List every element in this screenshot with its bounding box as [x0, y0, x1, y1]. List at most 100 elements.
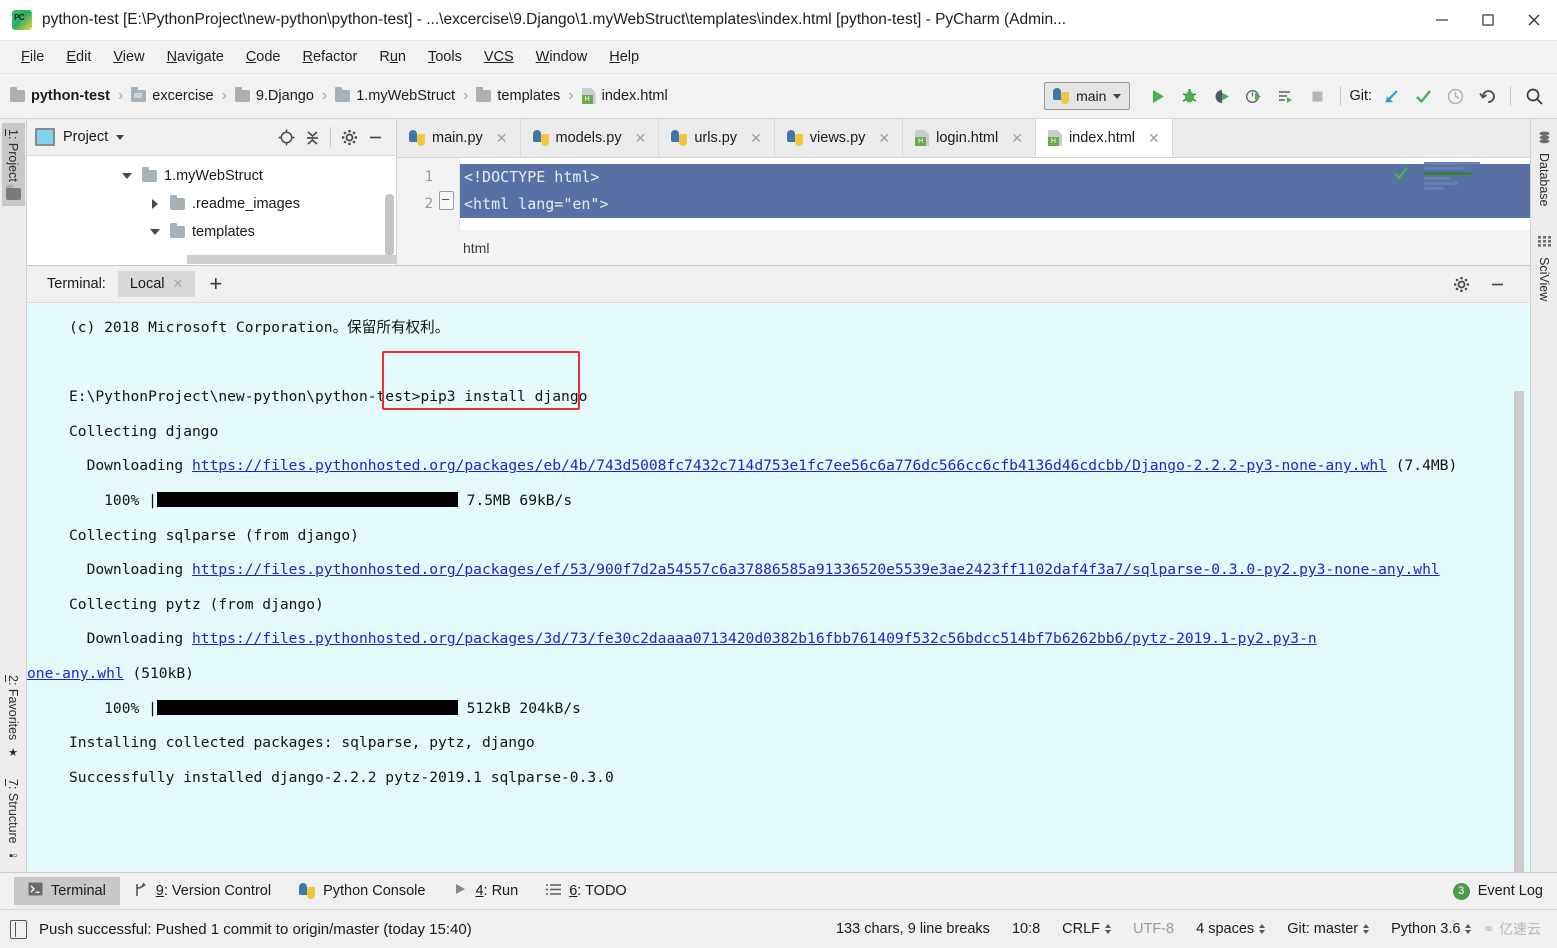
bottom-tab-terminal[interactable]: Terminal — [14, 877, 120, 905]
menu-help[interactable]: Help — [598, 46, 650, 68]
gear-icon[interactable] — [336, 124, 362, 150]
download-url-link[interactable]: https://files.pythonhosted.org/packages/… — [192, 457, 1387, 474]
stripe-button-project[interactable]: 1: Project — [1, 123, 25, 206]
stripe-button-favorites[interactable]: 2: Favorites ★ — [2, 669, 24, 765]
status-bar: Push successful: Pushed 1 commit to orig… — [0, 909, 1557, 948]
bottom-tab-todo[interactable]: 6: TODO — [532, 878, 641, 905]
menu-window[interactable]: Window — [525, 46, 599, 68]
run-toolbar — [1142, 81, 1332, 111]
chevron-right-icon[interactable] — [147, 199, 163, 209]
status-indent[interactable]: 4 spaces — [1185, 921, 1276, 937]
run-configuration-selector[interactable]: main — [1044, 82, 1131, 110]
code-editor[interactable]: 1 2 <!DOCTYPE html> <html lang="en"> — [397, 158, 1530, 230]
tab-main-py[interactable]: main.py ✕ — [397, 119, 521, 157]
run-with-coverage-button[interactable] — [1206, 81, 1236, 111]
menu-view[interactable]: View — [102, 46, 155, 68]
close-icon[interactable]: ✕ — [496, 130, 508, 147]
search-everywhere-button[interactable] — [1519, 81, 1549, 111]
hide-panel-button[interactable] — [362, 124, 388, 150]
tab-models-py[interactable]: models.py ✕ — [520, 119, 660, 157]
menu-file[interactable]: File — [10, 46, 55, 68]
tab-login-html[interactable]: H login.html ✕ — [903, 119, 1036, 157]
close-button[interactable] — [1511, 0, 1557, 40]
bottom-tab-event-log[interactable]: 3 Event Log — [1439, 878, 1557, 905]
folder-icon — [476, 87, 492, 102]
tree-item-templates[interactable]: templates — [27, 218, 396, 246]
menu-tools[interactable]: Tools — [417, 46, 473, 68]
status-line-separator[interactable]: CRLF — [1051, 921, 1122, 937]
chevron-down-icon[interactable] — [116, 134, 125, 140]
terminal-output[interactable]: (c) 2018 Microsoft Corporation。保留所有权利。 E… — [27, 303, 1530, 872]
hide-panel-button[interactable] — [1484, 271, 1510, 297]
stop-button[interactable] — [1302, 81, 1332, 111]
stripe-button-structure[interactable]: 7: Structure ▪▫ — [2, 773, 24, 868]
folder-open-icon — [131, 87, 147, 102]
window-title: python-test [E:\PythonProject\new-python… — [42, 11, 1067, 28]
breadcrumb-item-templates[interactable]: templates — [476, 87, 560, 104]
close-icon[interactable]: ✕ — [878, 130, 890, 147]
bottom-tab-python-console[interactable]: Python Console — [285, 878, 439, 904]
update-project-button[interactable] — [1376, 81, 1406, 111]
chevron-down-icon[interactable] — [119, 173, 135, 179]
code-fold-icon[interactable] — [439, 191, 454, 210]
profile-button[interactable] — [1238, 81, 1268, 111]
menu-run[interactable]: Run — [368, 46, 417, 68]
tab-index-html[interactable]: H index.html ✕ — [1035, 119, 1173, 157]
status-caret-position[interactable]: 10:8 — [1001, 921, 1051, 937]
pycharm-logo-icon — [12, 10, 32, 30]
bottom-tab-run[interactable]: 4: Run — [439, 877, 532, 905]
menu-navigate[interactable]: Navigate — [156, 46, 235, 68]
locate-file-button[interactable] — [273, 124, 299, 150]
run-tests-button[interactable] — [1270, 81, 1300, 111]
breadcrumb-item-mywebstruct[interactable]: 1.myWebStruct — [335, 87, 455, 104]
tree-item-mywebstruct[interactable]: 1.myWebStruct — [27, 162, 396, 190]
top-region: Project 1.myWebStruct .readme_images tem… — [27, 119, 1530, 265]
download-url-link-wrap[interactable]: one-any.whl — [27, 665, 124, 682]
watermark-icon: ⚭ — [1482, 921, 1495, 938]
menu-refactor[interactable]: Refactor — [292, 46, 369, 68]
project-tree-vertical-scrollbar[interactable] — [385, 194, 394, 256]
tab-urls-py[interactable]: urls.py ✕ — [659, 119, 775, 157]
structure-stripe-label: 7: Structure — [6, 779, 20, 844]
close-icon[interactable]: ✕ — [750, 130, 762, 147]
history-button[interactable] — [1440, 81, 1470, 111]
download-url-link[interactable]: https://files.pythonhosted.org/packages/… — [192, 561, 1440, 578]
new-terminal-session-button[interactable]: + — [209, 273, 222, 295]
close-icon[interactable]: ✕ — [173, 276, 184, 292]
breadcrumb-item-index-html[interactable]: H index.html — [581, 88, 668, 104]
book-icon[interactable] — [10, 919, 27, 939]
breadcrumb-item-project[interactable]: python-test — [10, 87, 110, 104]
minimize-button[interactable] — [1419, 0, 1465, 40]
close-icon[interactable]: ✕ — [1011, 130, 1023, 147]
maximize-button[interactable] — [1465, 0, 1511, 40]
run-button[interactable] — [1142, 81, 1172, 111]
status-git-branch[interactable]: Git: master — [1276, 921, 1380, 937]
download-url-link[interactable]: https://files.pythonhosted.org/packages/… — [192, 630, 1317, 647]
close-icon[interactable]: ✕ — [635, 130, 647, 147]
code-lines[interactable]: <!DOCTYPE html> <html lang="en"> — [460, 158, 1530, 230]
status-encoding[interactable]: UTF-8 — [1122, 921, 1185, 937]
tree-item-readme-images[interactable]: .readme_images — [27, 190, 396, 218]
terminal-scrollbar[interactable] — [1514, 391, 1524, 872]
tab-views-py[interactable]: views.py ✕ — [774, 119, 904, 157]
stripe-button-sciview[interactable]: SciView — [1533, 229, 1555, 307]
breadcrumb-item-excercise[interactable]: excercise — [131, 87, 214, 104]
stripe-button-database[interactable]: Database — [1533, 125, 1555, 213]
terminal-tab-local[interactable]: Local ✕ — [117, 271, 196, 297]
folder-icon — [5, 184, 21, 200]
debug-button[interactable] — [1174, 81, 1204, 111]
close-icon[interactable]: ✕ — [1148, 130, 1160, 147]
rollback-button[interactable] — [1472, 81, 1502, 111]
project-tree-horizontal-scrollbar[interactable] — [187, 255, 396, 264]
breadcrumb-item-django[interactable]: 9.Django — [234, 87, 314, 104]
commit-button[interactable] — [1408, 81, 1438, 111]
collapse-all-button[interactable] — [299, 124, 325, 150]
menu-code[interactable]: Code — [235, 46, 292, 68]
bottom-tab-version-control[interactable]: 9: Version Control — [120, 877, 285, 906]
gear-icon[interactable] — [1448, 271, 1474, 297]
chevron-down-icon[interactable] — [147, 229, 163, 235]
menu-vcs[interactable]: VCS — [473, 46, 525, 68]
menu-edit[interactable]: Edit — [55, 46, 102, 68]
inspection-ok-icon — [1392, 164, 1410, 187]
status-interpreter[interactable]: Python 3.6 — [1380, 921, 1482, 937]
